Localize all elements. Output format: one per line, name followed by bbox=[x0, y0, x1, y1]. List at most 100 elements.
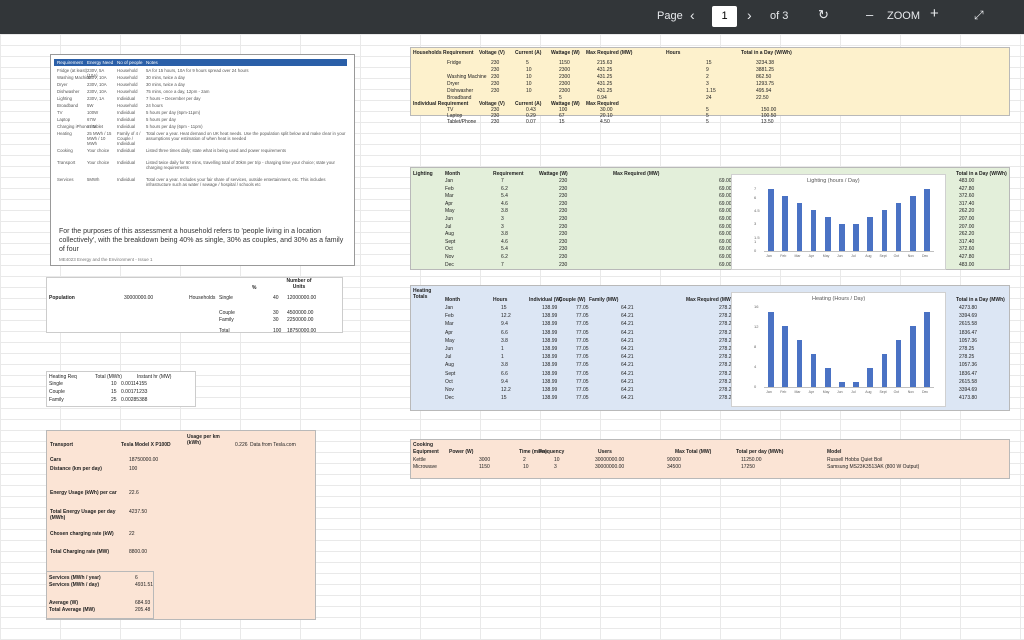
transport-value: 100 bbox=[129, 466, 138, 472]
requirements-cell: Household bbox=[117, 103, 138, 108]
requirements-cell: 230V, 1A bbox=[87, 96, 105, 101]
individual-cell: 4.50 bbox=[600, 119, 610, 125]
lighting-wattage: 230 bbox=[559, 178, 568, 184]
heating-family: 64.21 bbox=[621, 329, 634, 336]
chart-y-tick-label: 16 bbox=[754, 304, 759, 309]
chevron-left-icon[interactable]: ‹ bbox=[690, 7, 695, 23]
lighting-max: 69.00 bbox=[719, 216, 732, 222]
household-cell: 1150 bbox=[559, 60, 570, 66]
heating-split-cell: 0.00171233 bbox=[121, 389, 148, 395]
household-cell: 230 bbox=[491, 74, 500, 80]
requirements-cell: 230V, 10A bbox=[87, 82, 107, 87]
heating-total: 4173.80 bbox=[959, 395, 978, 402]
minus-icon[interactable]: – bbox=[866, 7, 873, 22]
lighting-month: Apr bbox=[445, 200, 453, 207]
lighting-total: 317.40 bbox=[959, 238, 975, 245]
chart-bar-jul bbox=[853, 382, 859, 387]
requirements-cell: 5 hours per day (6pm-11pm) bbox=[146, 110, 201, 115]
expand-icon[interactable]: ⤢ bbox=[974, 8, 984, 23]
lighting-chart-title: Lighting (hours / Day) bbox=[807, 178, 860, 184]
cooking-header-cell: Max Total (MW) bbox=[675, 449, 712, 455]
cooking-cell: 30000000.00 bbox=[595, 464, 625, 470]
lighting-hours: 3.8 bbox=[501, 208, 508, 215]
lighting-wattage: 230 bbox=[559, 231, 568, 238]
chart-x-tick-label: Jan bbox=[766, 254, 772, 258]
chart-x-tick-label: Feb bbox=[780, 390, 787, 394]
chart-bar-may bbox=[824, 368, 831, 387]
individual-cell: 230 bbox=[491, 119, 500, 125]
heating-month: Oct bbox=[445, 378, 453, 385]
household-cell: 2300 bbox=[559, 74, 571, 80]
heating-month: May bbox=[445, 337, 455, 344]
page-number-input[interactable]: 1 bbox=[712, 6, 737, 27]
heating-individual: 138.99 bbox=[542, 321, 558, 328]
requirements-cell: Dishwasher bbox=[57, 89, 80, 94]
population-split-label: Couple bbox=[219, 310, 235, 316]
document-footer: ME4023 Energy and the Environment - Issu… bbox=[59, 257, 153, 262]
population-percent: 30 bbox=[273, 310, 279, 316]
household-cell: 3 bbox=[706, 81, 709, 87]
household-cell: Fridge bbox=[447, 60, 462, 66]
population-units: 2250000.00 bbox=[287, 317, 314, 323]
population-split-label: Total bbox=[219, 328, 230, 334]
heating-hours: 12.2 bbox=[501, 387, 511, 393]
lighting-month: Jan bbox=[445, 178, 454, 184]
transport-value: 22.6 bbox=[129, 490, 139, 496]
heating-split-header: Instant hr (MW) bbox=[137, 374, 172, 380]
heating-couple: 77.05 bbox=[576, 321, 589, 328]
lighting-hours: 5.4 bbox=[501, 193, 508, 200]
chart-baseline bbox=[764, 387, 934, 388]
lighting-total: 427.80 bbox=[959, 254, 975, 260]
chart-bar-aug bbox=[867, 368, 874, 387]
lighting-hours: 6.2 bbox=[501, 254, 508, 260]
rotate-icon[interactable]: ↻ bbox=[818, 7, 829, 23]
transport-title: Transport bbox=[50, 442, 74, 448]
requirements-cell: Listed twice daily for 60 mins, travelli… bbox=[146, 160, 335, 170]
chart-x-tick-label: Jun bbox=[836, 254, 843, 258]
heating-header-cell: Individual (W) bbox=[529, 297, 562, 303]
household-header-cell: Voltage (V) bbox=[479, 50, 505, 56]
heating-split-header: Total (MWh) bbox=[95, 374, 122, 380]
requirements-header-cell: Notes bbox=[146, 60, 158, 65]
chart-y-tick-label: 12 bbox=[754, 324, 759, 329]
lighting-max: 69.00 bbox=[719, 238, 732, 245]
chart-baseline bbox=[764, 251, 934, 252]
individual-cell: Tablet/Phone bbox=[447, 119, 477, 125]
spreadsheet-page: Requirement Energy Need No of people Notes … bbox=[0, 34, 1024, 640]
lighting-hours: 6.2 bbox=[501, 185, 508, 192]
heating-month: Jul bbox=[445, 354, 452, 361]
chart-bar-jul bbox=[853, 224, 859, 251]
chart-bar-aug bbox=[867, 217, 874, 251]
chart-y-tick-label: 6 bbox=[754, 194, 757, 200]
services-value: 205.48 bbox=[135, 607, 151, 613]
lighting-wattage: 230 bbox=[559, 208, 568, 215]
lighting-total: 207.00 bbox=[959, 216, 975, 222]
heating-split-cell: 25 bbox=[111, 397, 117, 403]
heating-couple: 77.05 bbox=[576, 329, 589, 336]
household-cell: 3881.25 bbox=[756, 67, 775, 73]
heating-header-cell: Hours bbox=[493, 297, 508, 303]
requirements-cell: Cooking bbox=[57, 148, 73, 153]
chevron-right-icon[interactable]: › bbox=[747, 7, 752, 23]
lighting-max: 69.00 bbox=[719, 261, 732, 268]
plus-icon[interactable]: + bbox=[930, 5, 939, 22]
heating-individual: 138.99 bbox=[542, 362, 558, 369]
lighting-total: 262.20 bbox=[959, 231, 975, 238]
cooking-cell: 30000000.00 bbox=[595, 457, 625, 463]
lighting-month: Jun bbox=[445, 216, 454, 222]
requirements-cell: 67W bbox=[87, 117, 96, 122]
household-header-cell: Wattage (W) bbox=[551, 50, 580, 56]
household-cell: 230 bbox=[491, 88, 500, 94]
lighting-chart: Lighting (hours / Day) 0 1 1.5 3 4.5 6 7 Jan Feb… bbox=[731, 174, 946, 270]
heating-chart-title: Heating (Hours / Day) bbox=[812, 296, 866, 302]
services-block: Services (MWh / year) 6 Services (MWh / da… bbox=[46, 571, 154, 619]
heating-chart: Heating (Hours / Day) 0 4 8 12 16 Jan Feb Mar Ap… bbox=[731, 292, 946, 407]
requirements-cell: 7 hours ~ December per day bbox=[146, 96, 201, 101]
requirements-cell: Household bbox=[117, 75, 138, 80]
heating-couple: 77.05 bbox=[576, 387, 589, 393]
heating-split-header: Heating Req bbox=[49, 374, 77, 380]
requirements-cell: Fridge (at least) bbox=[57, 68, 88, 73]
heating-individual: 138.99 bbox=[542, 329, 558, 336]
requirements-cell: 230V, 10A bbox=[87, 75, 107, 80]
lighting-month: Aug bbox=[445, 231, 454, 238]
